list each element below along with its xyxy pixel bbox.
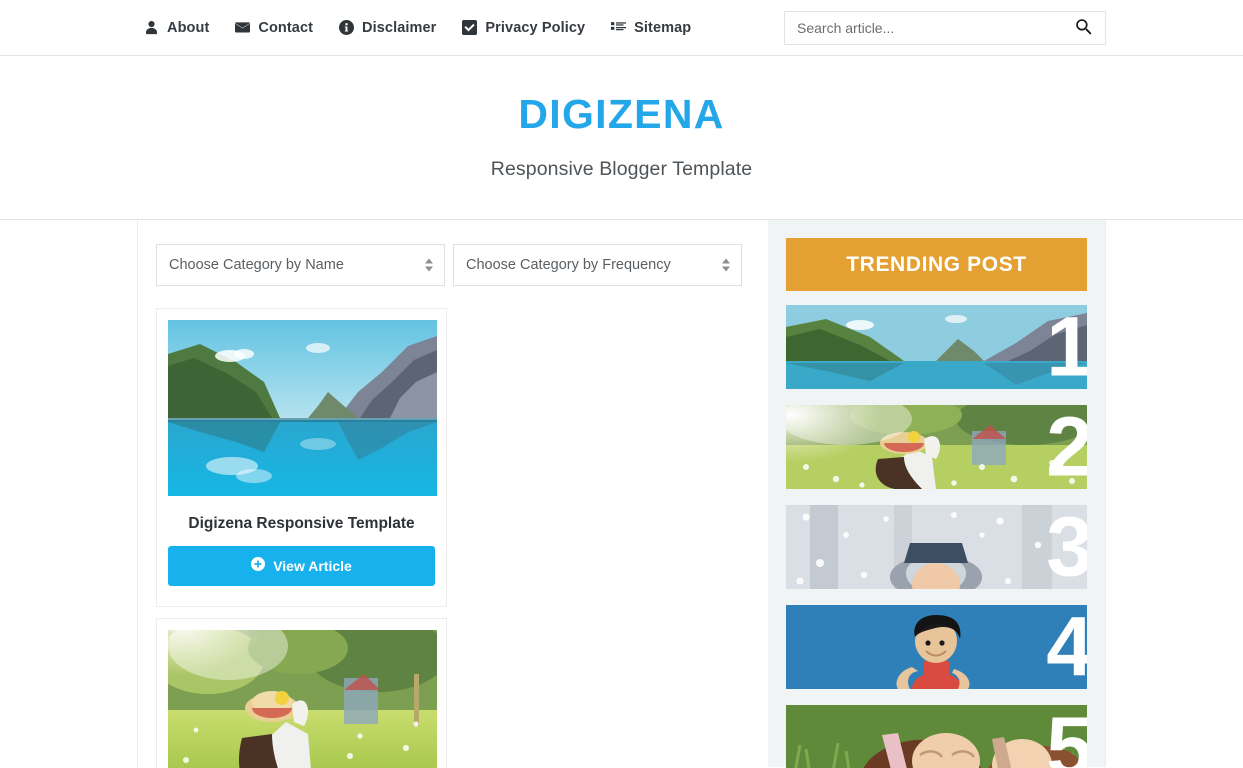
sidebar: TRENDING POST 1 2 3 4 5 [768, 220, 1105, 768]
select-label: Choose Category by Frequency [466, 257, 671, 273]
mountain-lake-image [786, 305, 1087, 389]
post-thumbnail[interactable] [168, 320, 437, 496]
nav-item-privacy-policy[interactable]: Privacy Policy [462, 20, 585, 36]
nav-links: About Contact Disclaimer Privacy Policy [144, 20, 691, 36]
nav-item-label: Sitemap [634, 19, 692, 36]
content-shell: Choose Category by Name Choose Category … [137, 220, 1106, 768]
nav-item-sitemap[interactable]: Sitemap [611, 20, 691, 36]
envelope-icon [235, 20, 251, 35]
category-filters: Choose Category by Name Choose Category … [156, 244, 750, 286]
nav-item-contact[interactable]: Contact [235, 20, 313, 36]
trending-post-item[interactable]: 5 [786, 705, 1087, 768]
search-button[interactable] [1063, 12, 1105, 44]
plus-circle-icon [251, 557, 266, 574]
search-icon [1076, 18, 1092, 38]
chevron-updown-icon [722, 258, 730, 272]
trending-post-header: TRENDING POST [786, 238, 1087, 291]
nav-item-label: About [167, 19, 210, 36]
girl-winter-snow-image [786, 505, 1087, 589]
site-tagline: Responsive Blogger Template [490, 158, 753, 180]
women-lying-grass-image [786, 705, 1087, 768]
site-header: DIGIZENA Responsive Blogger Template [0, 56, 1243, 220]
view-article-label: View Article [273, 557, 352, 574]
post-card[interactable]: Digizena Responsive Template View Articl… [156, 308, 447, 607]
chevron-updown-icon [425, 258, 433, 272]
info-circle-icon [339, 20, 355, 35]
trending-post-item[interactable]: 4 [786, 605, 1087, 689]
nav-item-about[interactable]: About [144, 20, 209, 36]
mountain-lake-image [168, 320, 437, 496]
nav-item-label: Contact [258, 19, 314, 36]
woman-flower-field-image [168, 629, 437, 768]
cartoon-boy-image [786, 605, 1087, 689]
post-grid: Digizena Responsive Template View Articl… [156, 308, 750, 768]
post-card[interactable]: A Timely Photoshooting in Nature View Ar… [156, 617, 447, 768]
search-box [784, 11, 1106, 45]
select-label: Choose Category by Name [169, 257, 344, 273]
search-input[interactable] [785, 12, 1063, 44]
site-title: DIGIZENA [518, 91, 725, 137]
view-article-button[interactable]: View Article [168, 545, 435, 586]
main-content: Choose Category by Name Choose Category … [138, 220, 768, 768]
nav-item-label: Privacy Policy [485, 19, 586, 36]
check-square-icon [462, 20, 478, 35]
post-title: Digizena Responsive Template [188, 515, 415, 532]
trending-post-item[interactable]: 3 [786, 505, 1087, 589]
category-by-name-select[interactable]: Choose Category by Name [156, 244, 445, 286]
post-thumbnail[interactable] [168, 629, 437, 768]
user-icon [144, 20, 159, 35]
trending-post-item[interactable]: 1 [786, 305, 1087, 389]
trending-post-item[interactable]: 2 [786, 405, 1087, 489]
list-icon [611, 20, 627, 35]
nav-item-disclaimer[interactable]: Disclaimer [339, 20, 436, 36]
woman-flower-field-image [786, 405, 1087, 489]
nav-item-label: Disclaimer [362, 19, 437, 36]
category-by-frequency-select[interactable]: Choose Category by Frequency [453, 244, 742, 286]
top-navigation-bar: About Contact Disclaimer Privacy Policy [0, 0, 1243, 56]
